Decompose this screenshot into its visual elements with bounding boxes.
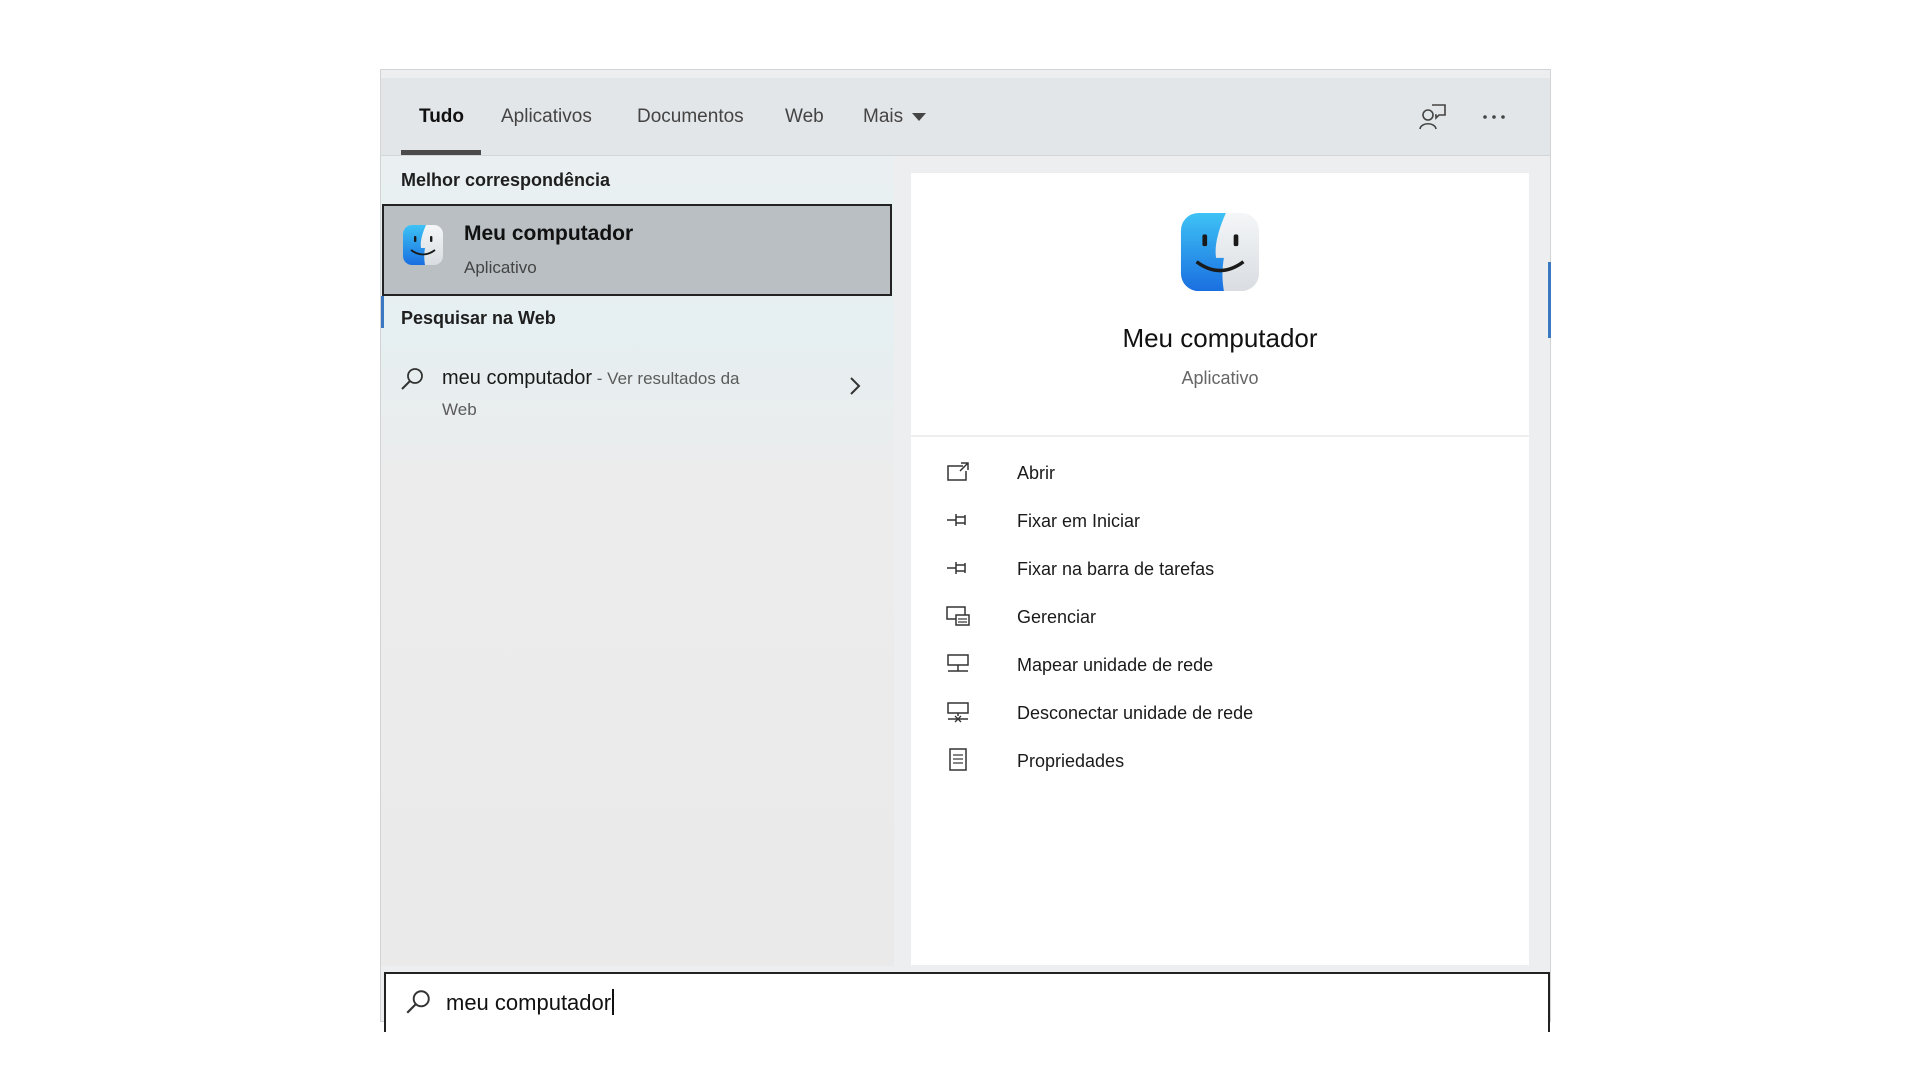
tab-tudo[interactable]: Tudo — [419, 78, 464, 155]
search-input-value: meu computador — [446, 989, 615, 1016]
feedback-icon[interactable] — [1417, 102, 1447, 132]
pin-icon — [947, 514, 966, 526]
action-fixar-barra[interactable]: Fixar na barra de tarefas — [941, 552, 1481, 586]
action-abrir[interactable]: Abrir — [941, 456, 1481, 490]
pin-icon — [947, 562, 966, 574]
open-icon — [947, 462, 969, 481]
action-desconectar-unidade[interactable]: Desconectar unidade de rede — [941, 696, 1481, 730]
action-label: Mapear unidade de rede — [1017, 655, 1214, 675]
results-pane: Melhor correspondência Meu computador Ap… — [381, 156, 894, 966]
action-fixar-iniciar[interactable]: Fixar em Iniciar — [941, 504, 1481, 538]
search-icon — [406, 990, 430, 1014]
best-match-type: Aplicativo — [464, 258, 537, 277]
best-match-name: Meu computador — [464, 222, 634, 245]
search-icon — [401, 368, 423, 390]
finder-app-icon — [1180, 212, 1260, 292]
tab-aplicativos[interactable]: Aplicativos — [501, 78, 592, 155]
action-mapear-unidade[interactable]: Mapear unidade de rede — [941, 648, 1481, 682]
action-label: Fixar na barra de tarefas — [1017, 559, 1215, 579]
action-label: Propriedades — [1017, 751, 1125, 771]
tab-web[interactable]: Web — [785, 78, 824, 155]
search-input[interactable]: meu computador — [384, 972, 1550, 1032]
properties-icon — [949, 748, 967, 771]
preview-header: Meu computador Aplicativo — [911, 173, 1529, 437]
web-search-heading: Pesquisar na Web — [401, 308, 556, 328]
preview-app-type: Aplicativo — [1181, 368, 1259, 388]
search-query-text: meu computador — [446, 990, 612, 1015]
best-match-item[interactable]: Meu computador Aplicativo — [382, 204, 892, 296]
web-result-text: meu computador - Ver resultados da — [442, 367, 740, 390]
web-result-suffix: - Ver resultados da — [592, 369, 740, 388]
action-label: Abrir — [1017, 463, 1056, 483]
web-result-item[interactable]: meu computador - Ver resultados da Web — [381, 356, 894, 436]
caret-down-icon — [912, 112, 927, 121]
selection-accent-bar — [381, 296, 384, 328]
search-window: Tudo Aplicativos Documentos Web Mais Mel… — [381, 70, 1550, 1021]
preview-app-name: Meu computador — [1122, 323, 1318, 353]
manage-icon — [946, 606, 970, 626]
tab-documentos[interactable]: Documentos — [637, 78, 744, 155]
finder-app-icon — [403, 225, 443, 265]
best-match-heading: Melhor correspondência — [401, 170, 611, 190]
action-gerenciar[interactable]: Gerenciar — [941, 600, 1481, 634]
action-label: Fixar em Iniciar — [1017, 511, 1141, 531]
preview-pane: Meu computador Aplicativo Abrir Fixar em… — [911, 173, 1529, 965]
web-result-suffix-line2: Web — [442, 400, 477, 419]
map-network-drive-icon — [947, 654, 969, 672]
text-cursor — [612, 989, 615, 1015]
active-tab-indicator — [401, 150, 481, 155]
chevron-right-icon[interactable] — [847, 374, 863, 398]
more-options-icon[interactable] — [1479, 102, 1509, 132]
action-label: Gerenciar — [1017, 607, 1097, 627]
tab-mais[interactable]: Mais — [863, 78, 927, 155]
action-label: Desconectar unidade de rede — [1017, 703, 1254, 723]
action-propriedades[interactable]: Propriedades — [941, 744, 1481, 778]
background-window-edge — [1548, 262, 1551, 338]
tab-mais-label: Mais — [863, 106, 904, 127]
disconnect-network-drive-icon — [947, 702, 969, 723]
filter-tab-bar: Tudo Aplicativos Documentos Web Mais — [381, 78, 1550, 156]
web-result-query: meu computador — [442, 367, 593, 389]
